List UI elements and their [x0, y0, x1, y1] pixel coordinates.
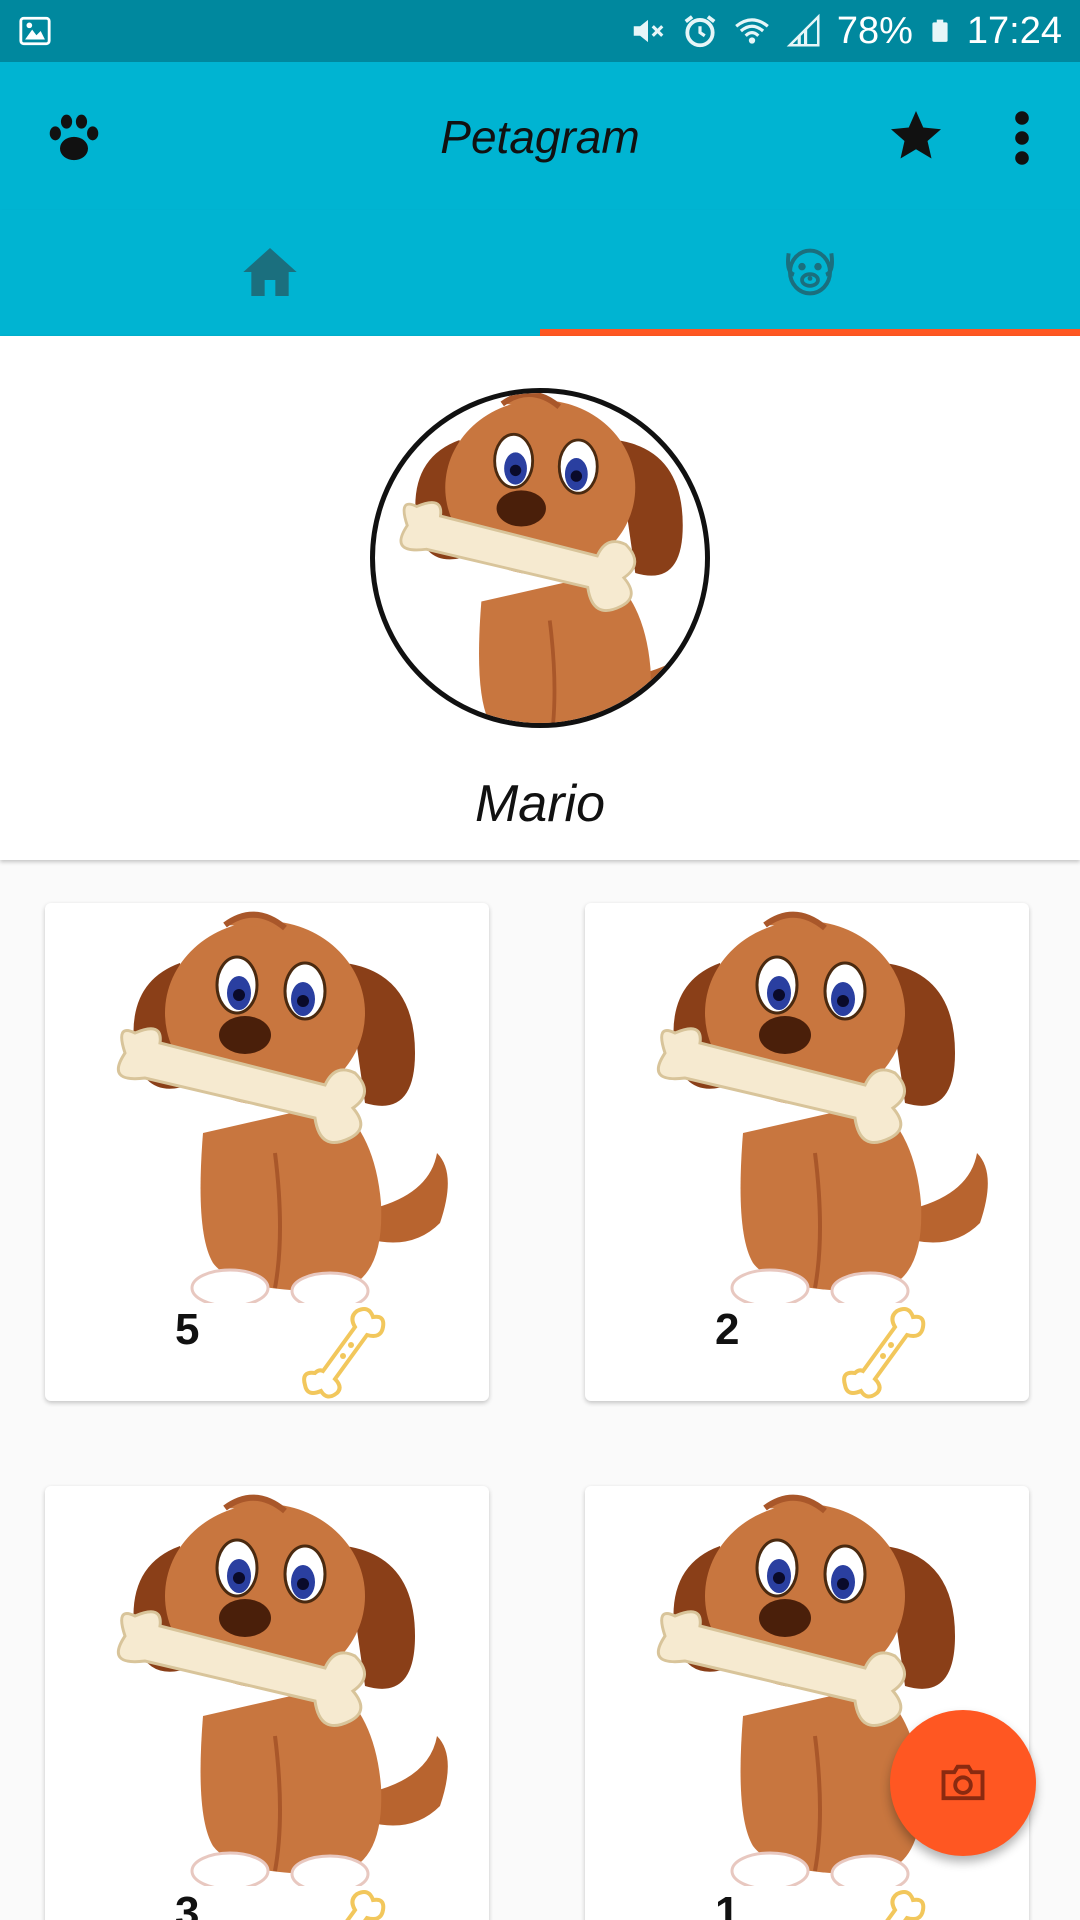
alarm-icon	[684, 15, 716, 48]
tab-pet-profile[interactable]	[540, 210, 1080, 336]
like-count: 5	[175, 1305, 200, 1354]
camera-fab-button[interactable]	[890, 1710, 1036, 1856]
mute-icon	[633, 19, 664, 43]
status-icons: 78% 17:24	[629, 8, 1062, 54]
bone-icon	[302, 1307, 386, 1399]
more-vert-icon[interactable]	[1002, 108, 1042, 168]
bone-icon	[345, 1890, 386, 1920]
camera-icon	[941, 1764, 985, 1801]
clock: 17:24	[966, 9, 1062, 52]
dog-image	[85, 1486, 455, 1886]
tab-selected-indicator	[540, 329, 1080, 336]
dog-image	[370, 388, 710, 728]
profile-avatar[interactable]	[370, 388, 710, 728]
battery-percent: 78%	[836, 9, 913, 52]
like-count: 1	[715, 1888, 740, 1920]
signal-icon	[786, 13, 820, 47]
like-count: 2	[715, 1305, 740, 1354]
tab-bar	[0, 210, 1080, 336]
app-bar: Petagram	[0, 62, 1080, 210]
bone-icon	[842, 1307, 926, 1399]
battery-icon	[932, 19, 948, 42]
like-count: 3	[175, 1888, 200, 1920]
status-bar: 78% 17:24	[0, 0, 1080, 62]
home-icon	[243, 248, 297, 296]
profile-name: Mario	[474, 775, 606, 833]
photo-card[interactable]: 3	[45, 1486, 489, 1920]
profile-header: Mario	[0, 336, 1080, 860]
star-icon[interactable]	[886, 106, 946, 166]
dog-image	[85, 903, 455, 1303]
tab-home[interactable]	[0, 210, 540, 336]
photo-card[interactable]: 5	[45, 903, 489, 1401]
gallery-icon	[19, 16, 51, 46]
bone-icon	[885, 1890, 926, 1920]
photo-card[interactable]: 2	[585, 903, 1029, 1401]
dog-image	[625, 903, 995, 1303]
wifi-icon	[735, 18, 769, 44]
screen: 78% 17:24 Petagram Mario 5 2 3 1	[0, 0, 1080, 1920]
dog-face-icon	[786, 248, 834, 296]
